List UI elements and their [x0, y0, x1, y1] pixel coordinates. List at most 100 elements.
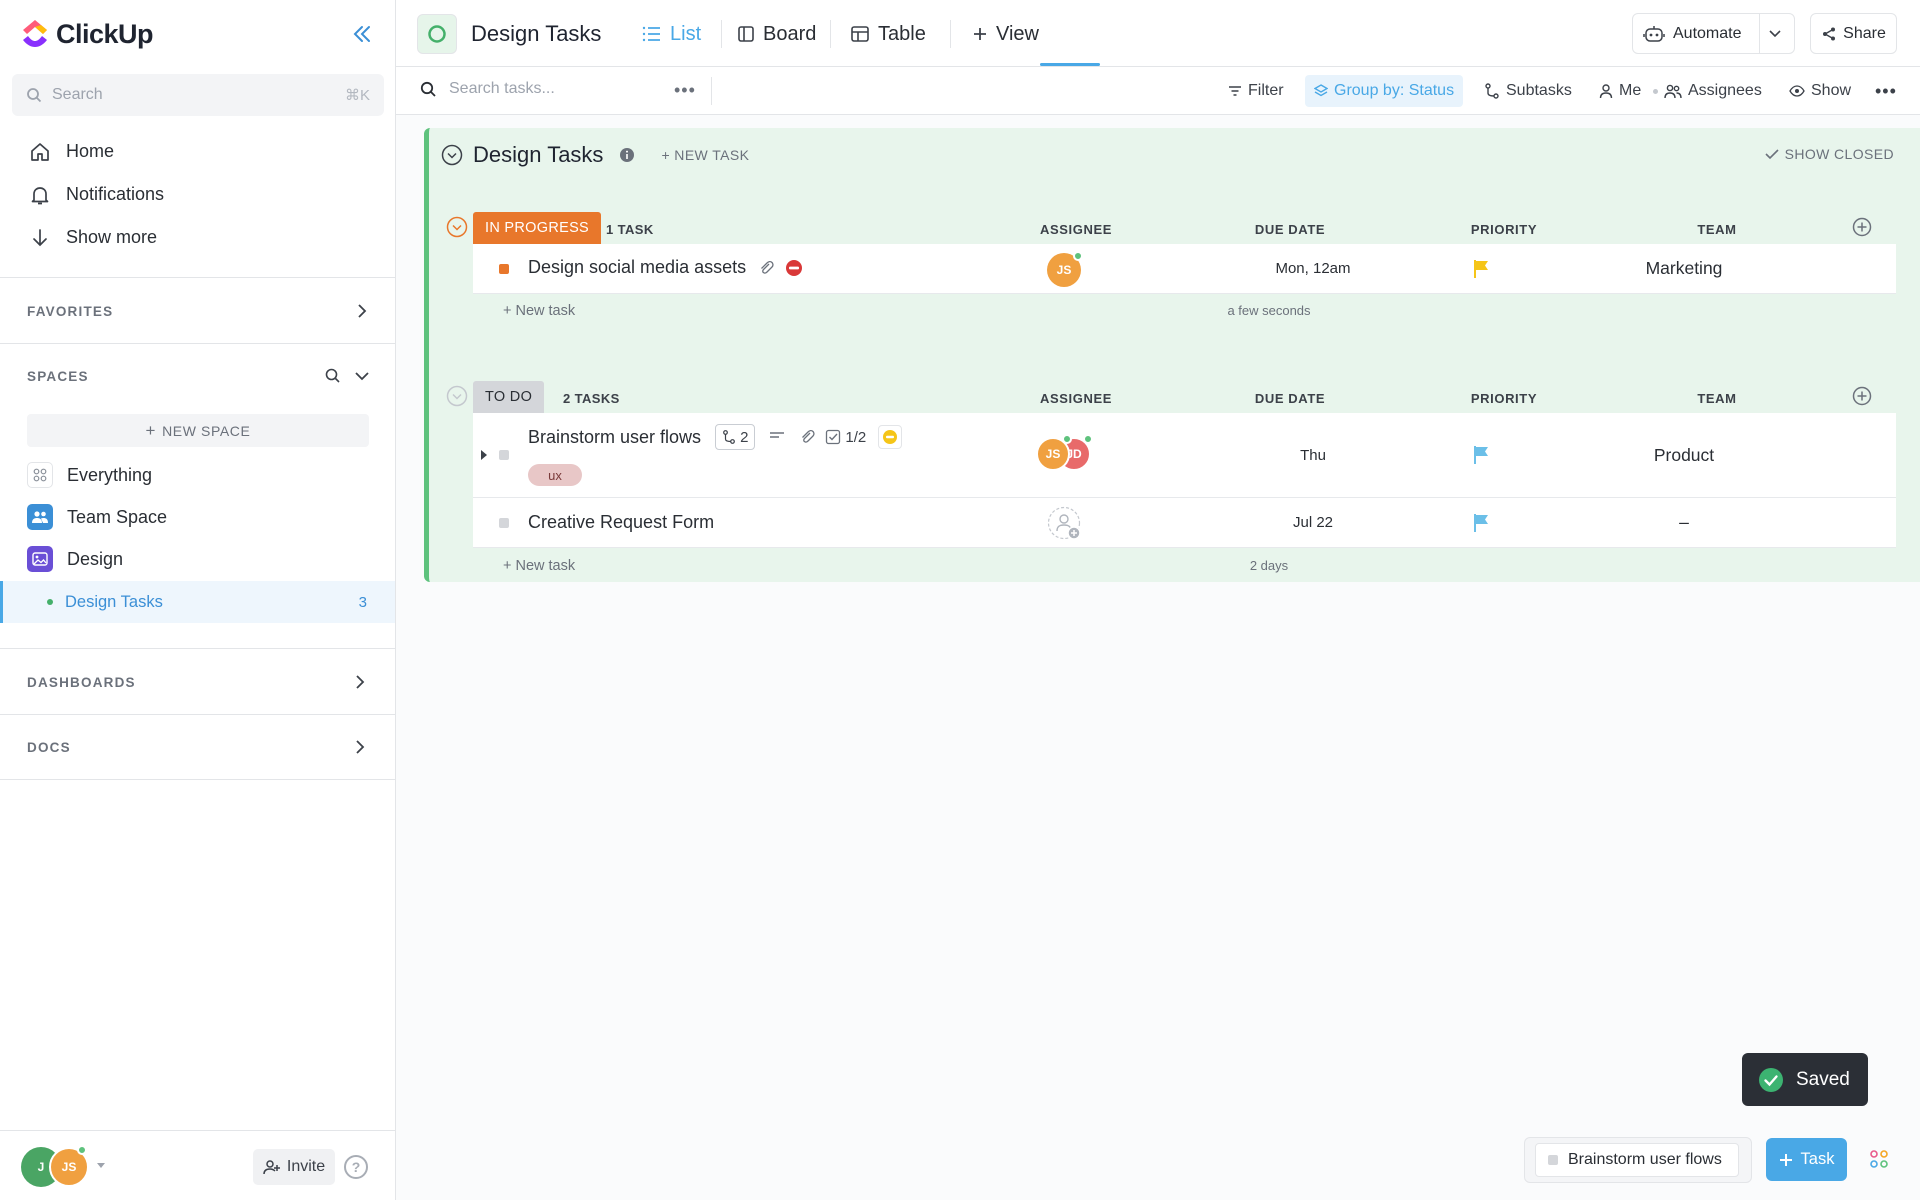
- blocked-icon[interactable]: [784, 258, 804, 278]
- add-assignee-icon[interactable]: [1047, 506, 1083, 542]
- tray-task-item[interactable]: Brainstorm user flows: [1535, 1143, 1739, 1177]
- chevron-down-icon[interactable]: [1768, 29, 1782, 39]
- task-status-square[interactable]: [499, 518, 509, 528]
- caret-down-icon[interactable]: [96, 1162, 106, 1170]
- column-header-due-date[interactable]: DUE DATE: [1230, 222, 1350, 237]
- add-column-icon[interactable]: [1852, 386, 1872, 406]
- status-badge[interactable]: TO DO: [473, 381, 545, 413]
- chevron-right-icon[interactable]: [350, 672, 370, 692]
- arrow-down-icon: [28, 226, 52, 250]
- column-header-assignee[interactable]: ASSIGNEE: [1016, 222, 1136, 237]
- new-task-fab[interactable]: Task: [1766, 1138, 1847, 1181]
- list-title[interactable]: Design Tasks: [473, 142, 603, 168]
- team-cell[interactable]: Marketing: [1584, 258, 1784, 279]
- column-header-due-date[interactable]: DUE DATE: [1230, 391, 1350, 406]
- task-name[interactable]: Brainstorm user flows: [528, 427, 701, 448]
- help-button[interactable]: ?: [344, 1155, 368, 1179]
- clickup-logo[interactable]: ClickUp: [20, 18, 154, 50]
- priority-flag-icon[interactable]: [1473, 445, 1491, 465]
- expand-subtasks-icon[interactable]: [480, 449, 488, 461]
- chevron-right-icon[interactable]: [350, 737, 370, 757]
- column-header-team[interactable]: TEAM: [1657, 391, 1777, 406]
- docs-header[interactable]: DOCS: [27, 740, 71, 755]
- task-name-cell[interactable]: Brainstorm user flows 2 1/2: [528, 424, 903, 450]
- apps-button[interactable]: [1860, 1140, 1898, 1178]
- team-cell[interactable]: –: [1584, 512, 1784, 533]
- collapse-group-icon[interactable]: [446, 216, 468, 238]
- task-button-label: Task: [1800, 1150, 1835, 1168]
- tab-list[interactable]: List: [642, 21, 701, 47]
- add-column-icon[interactable]: [1852, 217, 1872, 237]
- due-date-cell[interactable]: Thu: [1223, 447, 1403, 464]
- team-cell[interactable]: Product: [1584, 445, 1784, 466]
- info-icon[interactable]: [619, 147, 635, 163]
- more-options-icon[interactable]: •••: [1875, 79, 1897, 103]
- task-search-placeholder: Search tasks...: [449, 80, 555, 97]
- space-item-everything[interactable]: Everything: [0, 454, 395, 496]
- task-name-cell[interactable]: Creative Request Form: [528, 512, 714, 533]
- column-header-priority[interactable]: PRIORITY: [1444, 222, 1564, 237]
- more-options-icon[interactable]: •••: [674, 80, 696, 101]
- search-icon[interactable]: [324, 367, 342, 385]
- add-view-button[interactable]: View: [972, 21, 1039, 47]
- automate-button[interactable]: Automate: [1632, 13, 1795, 54]
- apps-grid-icon: [1870, 1150, 1888, 1168]
- collapse-sidebar-button[interactable]: [350, 22, 374, 46]
- tab-table[interactable]: Table: [850, 21, 926, 47]
- sidebar-item-notifications[interactable]: Notifications: [0, 173, 395, 216]
- tag-badge[interactable]: ux: [528, 464, 582, 486]
- invite-button[interactable]: Invite: [253, 1149, 335, 1185]
- subtask-count-badge[interactable]: 2: [715, 424, 756, 450]
- tab-board[interactable]: Board: [737, 21, 816, 47]
- status-badge[interactable]: IN PROGRESS: [473, 212, 602, 244]
- filter-button[interactable]: Filter: [1228, 79, 1284, 103]
- add-user-icon: [263, 1160, 280, 1175]
- checklist-badge[interactable]: 1/2: [825, 429, 866, 446]
- attachment-icon[interactable]: [799, 429, 815, 445]
- sidebar-item-show-more[interactable]: Show more: [0, 216, 395, 259]
- favorites-header[interactable]: FAVORITES: [27, 304, 113, 319]
- group-by-button[interactable]: Group by: Status: [1305, 75, 1464, 107]
- description-icon[interactable]: [769, 431, 785, 443]
- table-row[interactable]: Design social media assets JS Mon, 12am …: [473, 244, 1896, 294]
- column-header-assignee[interactable]: ASSIGNEE: [1016, 391, 1136, 406]
- task-status-square[interactable]: [499, 450, 509, 460]
- task-status-square[interactable]: [499, 264, 509, 274]
- task-name-cell[interactable]: Design social media assets: [528, 257, 804, 278]
- me-filter-button[interactable]: Me: [1599, 79, 1641, 103]
- column-header-team[interactable]: TEAM: [1657, 222, 1777, 237]
- add-task-row-button[interactable]: + New task: [503, 303, 575, 319]
- priority-flag-icon[interactable]: [1473, 513, 1491, 533]
- due-date-cell[interactable]: Jul 22: [1223, 514, 1403, 531]
- table-row[interactable]: Brainstorm user flows 2 1/2 ux JD JS Thu…: [473, 413, 1896, 498]
- task-name[interactable]: Design social media assets: [528, 257, 746, 278]
- assignees-button[interactable]: Assignees: [1664, 79, 1762, 103]
- column-header-priority[interactable]: PRIORITY: [1444, 391, 1564, 406]
- list-status-icon[interactable]: [417, 14, 457, 54]
- show-closed-button[interactable]: SHOW CLOSED: [1765, 146, 1894, 162]
- space-item-team-space[interactable]: Team Space: [0, 496, 395, 538]
- sidebar-search[interactable]: Search ⌘K: [12, 74, 384, 116]
- add-task-row-button[interactable]: + New task: [503, 558, 575, 574]
- page-title[interactable]: Design Tasks: [471, 21, 601, 47]
- space-item-design[interactable]: Design: [0, 538, 395, 580]
- collapse-group-icon[interactable]: [446, 385, 468, 407]
- collapse-list-icon[interactable]: [441, 144, 463, 166]
- due-date-cell[interactable]: Mon, 12am: [1223, 260, 1403, 277]
- attachment-icon[interactable]: [758, 260, 774, 276]
- task-name[interactable]: Creative Request Form: [528, 512, 714, 533]
- pending-icon[interactable]: [878, 425, 903, 449]
- sidebar-item-home[interactable]: Home: [0, 130, 395, 173]
- chevron-down-icon[interactable]: [352, 366, 372, 386]
- priority-flag-icon[interactable]: [1473, 259, 1491, 279]
- show-button[interactable]: Show: [1789, 79, 1851, 103]
- table-row[interactable]: Creative Request Form Jul 22 –: [473, 498, 1896, 548]
- share-button[interactable]: Share: [1810, 13, 1897, 54]
- subtasks-button[interactable]: Subtasks: [1484, 79, 1572, 103]
- new-space-button[interactable]: + NEW SPACE: [27, 414, 369, 447]
- dashboards-header[interactable]: DASHBOARDS: [27, 675, 136, 690]
- chevron-right-icon[interactable]: [352, 301, 372, 321]
- task-search-input[interactable]: Search tasks...: [420, 80, 555, 98]
- list-item-design-tasks[interactable]: Design Tasks 3: [0, 581, 395, 623]
- new-task-button[interactable]: + NEW TASK: [661, 147, 749, 163]
